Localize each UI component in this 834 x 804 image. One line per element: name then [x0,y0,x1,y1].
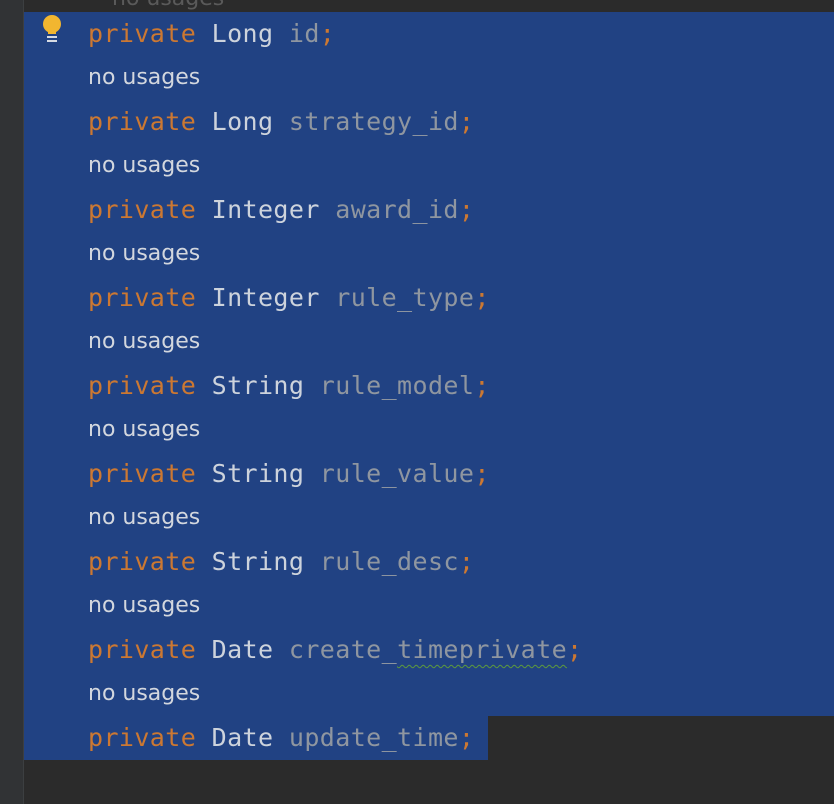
usages-hint[interactable]: no usages [88,56,582,100]
usages-hint[interactable]: no usages [88,320,582,364]
field-name: strategy_id [288,107,459,136]
type-name: Long [211,19,274,48]
semicolon: ; [474,371,490,400]
keyword: private [88,635,197,664]
code-line[interactable]: private Long strategy_id; [88,100,582,144]
type-name: String [211,371,305,400]
field-name: award_id [335,195,459,224]
code-lines: private Long id; no usages private Long … [88,12,582,760]
code-line[interactable]: private String rule_desc; [88,540,582,584]
semicolon: ; [458,547,475,576]
semicolon: ; [458,723,475,752]
type-name: Integer [211,283,320,312]
semicolon: ; [474,283,490,312]
code-line[interactable]: private Integer rule_type; [88,276,582,320]
type-name: String [211,459,305,488]
field-name: update_time [288,723,459,752]
field-name-warning[interactable]: timeprivate [397,635,567,664]
code-line[interactable]: private Long id; [88,12,582,56]
semicolon: ; [458,195,475,224]
keyword: private [88,459,197,488]
field-name: rule_model [319,371,475,400]
field-name: rule_type [335,283,475,312]
clipped-hint: no usages [112,0,224,11]
keyword: private [88,371,197,400]
editor-gutter [0,0,24,804]
lightbulb-icon[interactable] [40,14,64,46]
code-editor[interactable]: no usages private Long id; no usages pri… [0,0,834,804]
usages-hint[interactable]: no usages [88,408,582,452]
usages-hint[interactable]: no usages [88,232,582,276]
field-name: rule_value [319,459,475,488]
type-name: Date [211,723,274,752]
clipped-previous-line: no usages [24,0,834,12]
code-line[interactable]: private Date update_time; [88,716,582,760]
semicolon: ; [458,107,475,136]
type-name: Date [211,635,274,664]
field-name: create_ [288,635,398,664]
field-name: id [288,19,320,48]
field-name: rule_desc [319,547,459,576]
usages-hint[interactable]: no usages [88,584,582,628]
semicolon: ; [319,19,336,48]
code-line[interactable]: private Date create_timeprivate; [88,628,582,672]
type-name: Integer [211,195,320,224]
semicolon: ; [567,635,583,664]
keyword: private [88,195,197,224]
keyword: private [88,547,197,576]
usages-hint[interactable]: no usages [88,496,582,540]
semicolon: ; [474,459,490,488]
type-name: String [211,547,305,576]
usages-hint[interactable]: no usages [88,144,582,188]
code-line[interactable]: private String rule_value; [88,452,582,496]
code-line[interactable]: private String rule_model; [88,364,582,408]
code-line[interactable]: private Integer award_id; [88,188,582,232]
keyword: private [88,723,197,752]
keyword: private [88,107,197,136]
usages-hint[interactable]: no usages [88,672,582,716]
keyword: private [88,19,197,48]
type-name: Long [211,107,274,136]
keyword: private [88,283,197,312]
